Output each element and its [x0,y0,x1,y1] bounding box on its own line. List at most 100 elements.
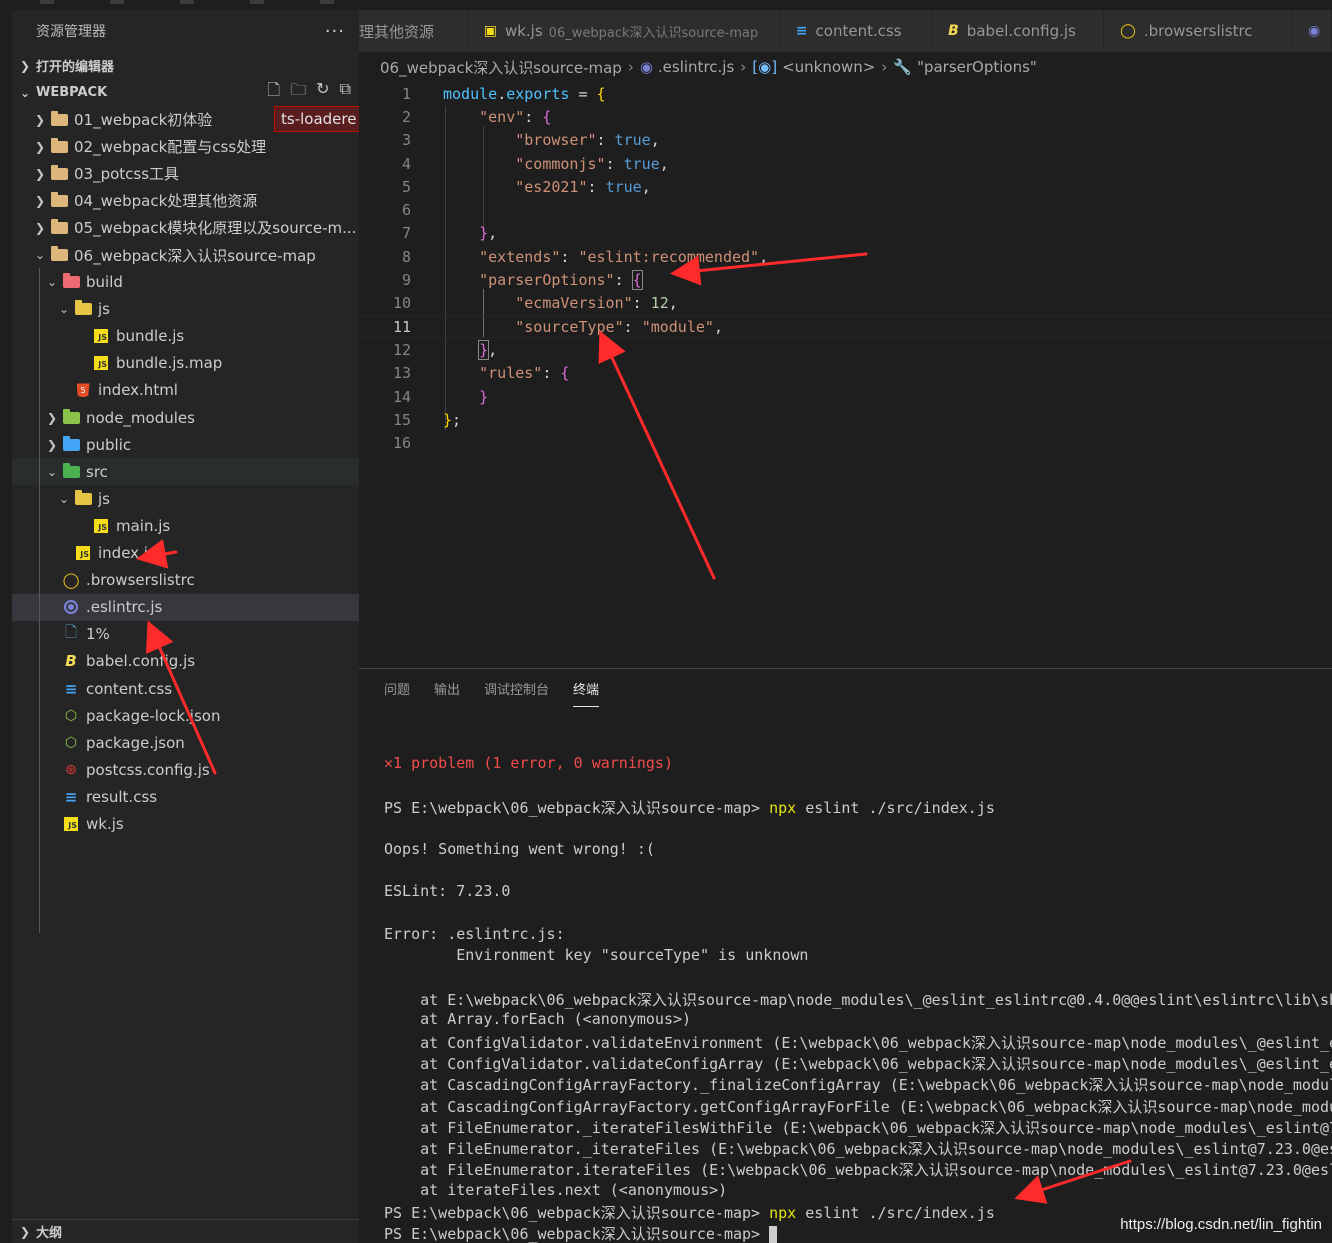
tree-file[interactable]: ·≡result.css [12,783,359,810]
tree-file[interactable]: ·.eslintrc.js [12,593,359,621]
terminal-stack-line: at iterateFiles.next (<anonymous>) [384,1180,728,1199]
terminal-stack-line: at ConfigValidator.validateConfigArray (… [384,1054,1332,1073]
editor-tab[interactable]: ◯ .browserslistrc [1104,10,1292,52]
terminal-input-line[interactable]: PS E:\webpack\06_webpack深入认识source-map> [384,1223,778,1243]
new-file-icon[interactable]: 🗋 [267,79,280,106]
tree-item-label: index.js [98,544,156,563]
tree-folder[interactable]: ❯ 02_webpack配置与css处理 [12,133,359,160]
tree-file[interactable]: ·⬡package-lock.json [12,702,359,729]
workspace-section[interactable]: ⌄ WEBPACK 🗋 🗀 ↻ ⧉ [12,79,359,106]
tree-file[interactable]: ·JSwk.js [12,810,359,837]
editor-tab[interactable]: 理其他资源 [359,10,468,52]
js-file-icon: JS [90,518,112,534]
code-editor[interactable]: 1 module.exports = { 2 "env": { 3 "browse… [359,82,1332,668]
terminal-stack-line: at Array.forEach (<anonymous>) [384,1010,692,1029]
terminal-stack-line: at ConfigValidator.validateEnvironment (… [384,1033,1332,1052]
tree-folder[interactable]: ⌄ build [12,269,359,296]
refresh-icon[interactable]: ↻ [316,79,329,106]
chevron-right-icon: › [740,58,747,76]
tree-indent-guide [39,268,40,933]
code-text: "env": { [479,107,552,126]
chevron-down-icon: ⌄ [34,248,46,263]
chevron-down-icon: ⌄ [58,491,70,506]
folder-icon [48,110,70,128]
outline-section[interactable]: ❯ 大纲 [12,1219,359,1243]
new-folder-icon[interactable]: 🗀 [290,79,306,106]
terminal-stack-line: at CascadingConfigArrayFactory._finalize… [384,1076,1332,1095]
folder-icon [48,137,70,155]
breadcrumb-symbol[interactable]: <unknown> [782,58,875,76]
tree-file[interactable]: ·⊛postcss.config.js [12,756,359,783]
tree-file[interactable]: ·Bbabel.config.js [12,648,359,675]
workspace-label: WEBPACK [36,85,108,100]
tree-file[interactable]: ·JSbundle.js.map [12,350,359,377]
tree-folder[interactable]: ❯ public [12,431,359,458]
folder-icon [72,300,94,317]
more-actions-icon[interactable]: ··· [325,21,345,42]
tree-item-label: public [86,435,132,454]
breadcrumb-property[interactable]: "parserOptions" [917,58,1037,76]
tree-folder[interactable]: ⌄ src [12,458,359,486]
code-line: 15}; [359,408,1332,431]
line-number: 9 [401,271,411,290]
terminal-command-line: PS E:\webpack\06_webpack深入认识source-map> … [384,1202,995,1223]
open-editors-label: 打开的编辑器 [36,60,115,75]
editor-tab[interactable]: ◉ [1292,10,1332,52]
line-number: 5 [401,177,411,196]
editor-tab[interactable]: ≡ content.css [779,10,933,52]
tree-folder[interactable]: ⌄ js [12,485,359,512]
tree-folder[interactable]: ❯ 05_webpack模块化原理以及source-m... [12,214,359,241]
eslint-icon: ◉ [1308,23,1321,39]
tree-item-label: postcss.config.js [86,760,210,779]
tree-folder[interactable]: ❯ node_modules [12,404,359,431]
breadcrumb-file[interactable]: .eslintrc.js [658,58,734,76]
terminal-prompt: PS E:\webpack\06_webpack深入认识source-map> [384,799,770,817]
tree-item-label: index.html [98,381,178,400]
code-text: module.exports = { [443,84,606,103]
folder-icon [60,462,82,480]
tree-file[interactable]: ·🗋1% [12,621,359,648]
variable-icon: [◉] [752,58,778,76]
overlay-tag: ts-loadere [274,106,359,132]
terminal-args: eslint ./src/index.js [796,799,995,817]
code-text: "sourceType": "module", [515,317,723,336]
open-editors-section[interactable]: ❯ 打开的编辑器 [12,52,359,79]
babel-icon: B [948,23,959,39]
tree-file[interactable]: ·⬡package.json [12,729,359,756]
tree-file[interactable]: ·JSmain.js [12,512,359,539]
chevron-right-icon: › [881,58,888,76]
tree-item-label: main.js [116,516,171,535]
tree-folder[interactable]: ❯ 03_potcss工具 [12,160,359,187]
tree-item-label: bundle.js [116,327,185,346]
folder-icon [60,408,82,426]
tree-file[interactable]: ·≡content.css [12,675,359,702]
editor-tab[interactable]: ▣ wk.js 06_webpack深入认识source-map [467,10,780,52]
window-top-strip [0,0,1332,10]
terminal[interactable]: ✕1 problem (1 error, 0 warnings) PS E:\w… [384,669,1332,1243]
tree-folder[interactable]: ❯ 01_webpack初体验 ts-loadere [12,106,359,133]
code-line: 12 }, [359,338,1332,361]
line-number: 2 [401,107,411,126]
tree-folder[interactable]: ❯ 04_webpack处理其他资源 [12,187,359,214]
line-number: 7 [401,224,411,243]
tree-folder[interactable]: ⌄ 06_webpack深入认识source-map [12,241,359,268]
explorer-sidebar: 资源管理器 ··· ❯ 打开的编辑器 ⌄ WEBPACK 🗋 🗀 ↻ ⧉ ❯ 01… [12,10,359,1243]
folder-icon [48,218,70,236]
code-text: "browser": true, [515,131,660,150]
chevron-right-icon: ❯ [34,139,46,154]
editor-tab[interactable]: Bbabel.config.js [932,10,1105,52]
eslint-icon: ◉ [639,58,653,76]
tree-file[interactable]: ·JSindex.js [12,540,359,567]
tree-item-label: 06_webpack深入认识source-map [74,246,316,265]
explorer-title: 资源管理器 [36,24,106,40]
tree-file[interactable]: ·◯.browserslistrc [12,567,359,594]
tree-file[interactable]: ·JSbundle.js [12,323,359,350]
tree-file[interactable]: ·5index.html [12,377,359,404]
breadcrumb-folder[interactable]: 06_webpack深入认识source-map [380,57,622,78]
code-line-current: 11 "sourceType": "module", [359,315,1332,339]
terminal-line: Environment key "sourceType" is unknown [384,946,809,964]
nodejs-icon: ⬡ [64,707,78,724]
tree-folder[interactable]: ⌄ js [12,296,359,323]
collapse-all-icon[interactable]: ⧉ [340,79,351,106]
chevron-right-icon: ❯ [34,166,46,181]
